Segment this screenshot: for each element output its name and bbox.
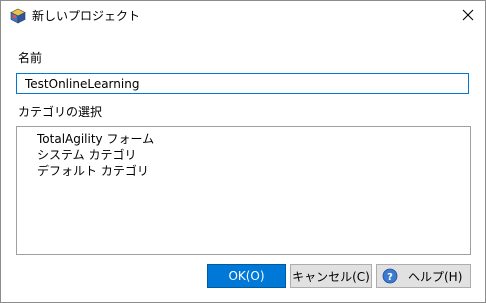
help-icon: ? bbox=[382, 268, 398, 284]
list-item[interactable]: TotalAgility フォーム bbox=[17, 131, 470, 147]
help-button-label: ヘルプ(H) bbox=[408, 269, 463, 284]
ok-button[interactable]: OK(O) bbox=[207, 264, 286, 288]
close-button[interactable] bbox=[451, 1, 485, 31]
name-label: 名前 bbox=[18, 51, 43, 65]
help-button[interactable]: ? ヘルプ(H) bbox=[376, 264, 471, 288]
cancel-button-label: キャンセル(C) bbox=[292, 269, 370, 284]
title-bar: 新しいプロジェクト bbox=[1, 1, 485, 32]
cancel-button[interactable]: キャンセル(C) bbox=[290, 264, 372, 288]
project-cube-icon bbox=[10, 8, 26, 24]
category-label: カテゴリの選択 bbox=[18, 105, 103, 119]
new-project-dialog: 新しいプロジェクト 名前 カテゴリの選択 TotalAgility フォーム シ… bbox=[0, 0, 486, 303]
category-list[interactable]: TotalAgility フォーム システム カテゴリ デフォルト カテゴリ bbox=[16, 126, 471, 255]
list-item[interactable]: デフォルト カテゴリ bbox=[17, 163, 470, 179]
close-icon bbox=[462, 9, 474, 24]
svg-text:?: ? bbox=[387, 272, 393, 283]
window-title: 新しいプロジェクト bbox=[32, 9, 141, 23]
list-item[interactable]: システム カテゴリ bbox=[17, 147, 470, 163]
ok-button-label: OK(O) bbox=[228, 269, 265, 283]
project-name-input[interactable] bbox=[16, 73, 469, 94]
